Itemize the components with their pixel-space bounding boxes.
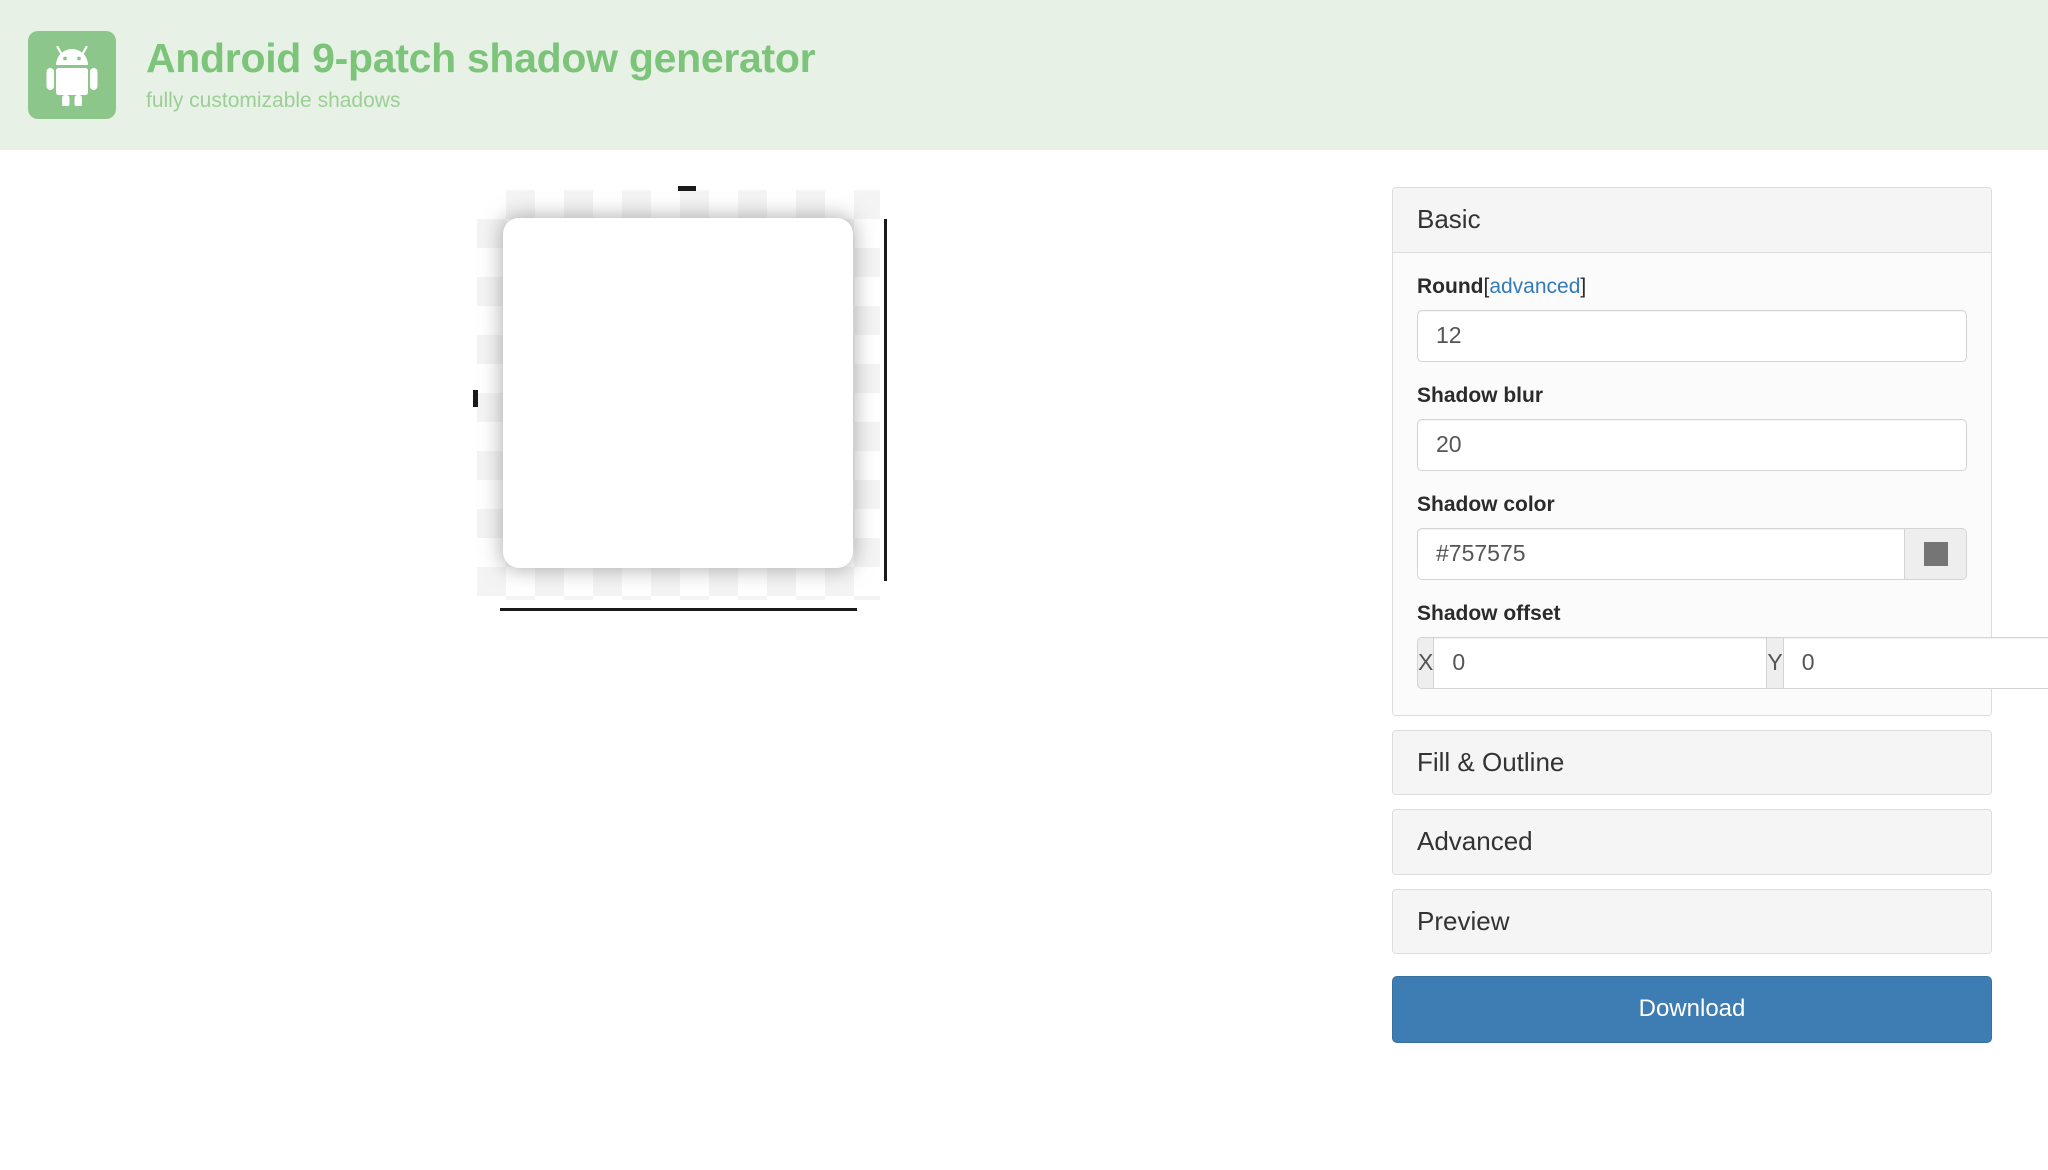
shadow-offset-y-input[interactable] bbox=[1783, 636, 2048, 689]
panel-fill-outline: Fill & Outline bbox=[1392, 729, 1992, 796]
download-button[interactable]: Download bbox=[1392, 976, 1992, 1044]
header-text-block: Android 9-patch shadow generator fully c… bbox=[146, 35, 816, 112]
stretch-mark-top-icon[interactable] bbox=[678, 186, 696, 191]
shadow-color-picker-button[interactable] bbox=[1905, 527, 1967, 580]
main-content: Basic Round[advanced] Shadow blur S bbox=[0, 150, 2048, 1170]
panel-header-fill-outline[interactable]: Fill & Outline bbox=[1393, 730, 1991, 795]
shadow-color-input[interactable] bbox=[1417, 527, 1905, 580]
offset-x-addon: X bbox=[1417, 636, 1435, 689]
panel-preview: Preview bbox=[1392, 888, 1992, 955]
panel-title-fill-outline: Fill & Outline bbox=[1417, 746, 1565, 777]
panel-header-advanced[interactable]: Advanced bbox=[1393, 810, 1991, 874]
round-input[interactable] bbox=[1417, 309, 1967, 362]
round-advanced-link[interactable]: advanced bbox=[1489, 275, 1580, 298]
bracket-close: ] bbox=[1580, 274, 1587, 298]
label-shadow-color: Shadow color bbox=[1417, 492, 1555, 516]
color-swatch-icon bbox=[1923, 541, 1948, 566]
panel-header-preview[interactable]: Preview bbox=[1393, 889, 1991, 954]
panel-body-basic: Round[advanced] Shadow blur Shadow color bbox=[1393, 252, 2048, 715]
label-round-text: Round bbox=[1417, 274, 1484, 298]
label-shadow-blur: Shadow blur bbox=[1417, 383, 1543, 407]
label-shadow-offset: Shadow offset bbox=[1417, 601, 1561, 625]
shadow-color-group bbox=[1417, 527, 1967, 580]
field-shadow-blur: Shadow blur bbox=[1417, 384, 1967, 471]
page-subtitle: fully customizable shadows bbox=[146, 88, 401, 112]
nine-patch-preview-canvas[interactable] bbox=[473, 186, 887, 611]
panel-basic: Basic Round[advanced] Shadow blur S bbox=[1392, 187, 2048, 716]
field-shadow-color: Shadow color bbox=[1417, 493, 1967, 580]
shadow-blur-input[interactable] bbox=[1417, 418, 1967, 471]
content-mark-right-icon[interactable] bbox=[884, 219, 887, 581]
panel-title-preview: Preview bbox=[1417, 905, 1510, 936]
preview-area bbox=[0, 150, 1400, 1170]
content-mark-bottom-icon[interactable] bbox=[500, 608, 857, 611]
android-robot-icon bbox=[28, 31, 116, 119]
label-round: Round[advanced] bbox=[1417, 275, 1967, 299]
stretch-mark-left-icon[interactable] bbox=[473, 390, 478, 407]
offset-y-addon: Y bbox=[1767, 636, 1784, 689]
shadow-offset-x-input[interactable] bbox=[1434, 636, 1768, 689]
panel-title-basic: Basic bbox=[1417, 204, 1481, 234]
panel-advanced: Advanced bbox=[1392, 809, 1992, 875]
field-shadow-offset: Shadow offset X Y bbox=[1417, 601, 2048, 689]
panel-title-advanced: Advanced bbox=[1417, 826, 1533, 857]
page-title: Android 9-patch shadow generator bbox=[146, 35, 816, 82]
controls-sidebar: Basic Round[advanced] Shadow blur S bbox=[1392, 187, 2048, 1044]
shadow-offset-group: X Y bbox=[1417, 636, 2048, 689]
shadow-shape-preview bbox=[503, 218, 853, 568]
app-header: Android 9-patch shadow generator fully c… bbox=[0, 0, 2048, 150]
field-round: Round[advanced] bbox=[1417, 275, 1967, 362]
panel-header-basic[interactable]: Basic bbox=[1393, 188, 1991, 253]
